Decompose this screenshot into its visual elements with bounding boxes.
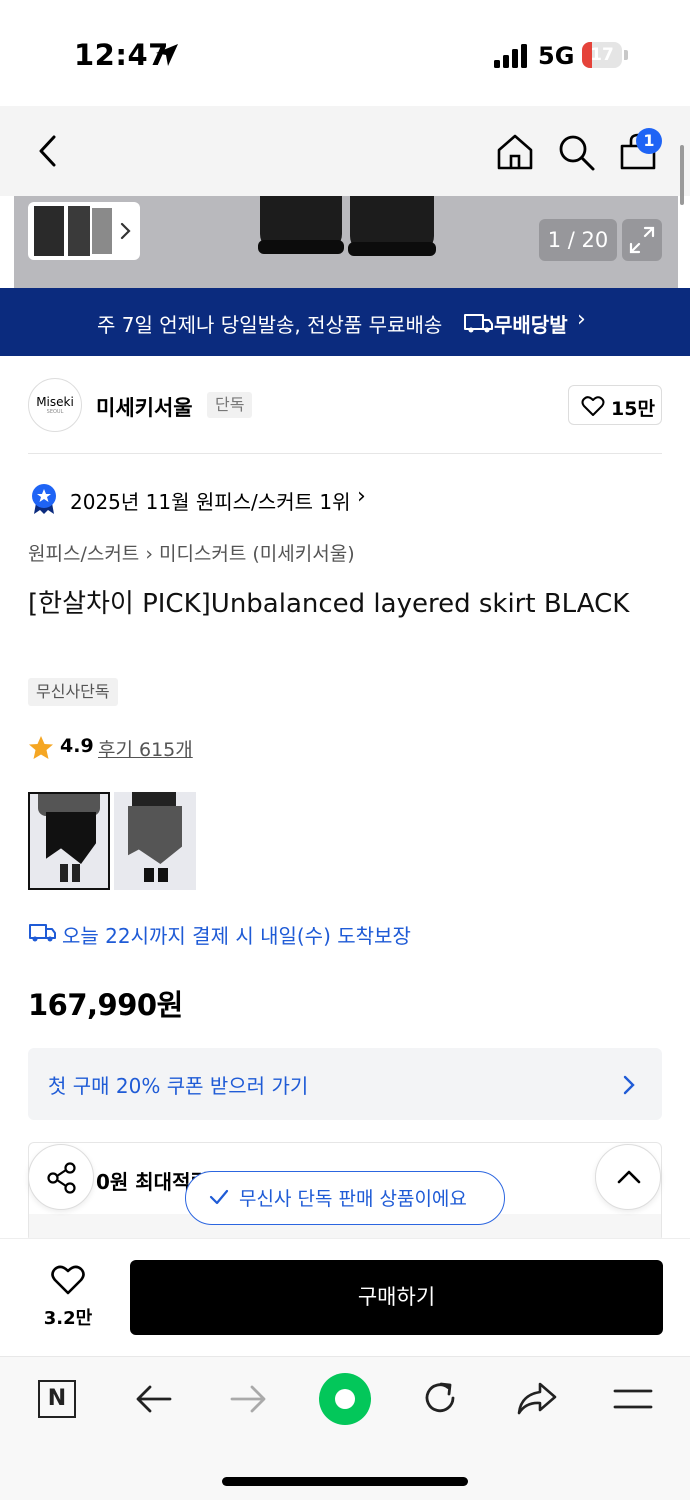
delivery-guarantee: 오늘 22시까지 결제 시 내일(수) 도착보장 [62,924,411,948]
ranking-badge-icon [32,484,56,514]
buy-button[interactable]: 구매하기 [130,1260,663,1335]
delivery-truck-icon [29,924,56,942]
gallery-thumbnail-strip[interactable] [28,202,140,260]
banner-brand: 무배당발 [494,313,568,337]
banner-chevron-icon: › [577,307,586,332]
brand-like-count: 15만 [611,398,655,420]
variant-thumbnail-black[interactable] [28,792,110,890]
location-arrow-icon [156,44,178,66]
scroll-to-top-button[interactable] [595,1144,661,1210]
divider [28,453,662,454]
battery-level: 17 [590,45,614,65]
ranking-text[interactable]: 2025년 11월 원피스/스커트 1위 [70,486,350,515]
chevron-right-icon [623,1075,635,1095]
share-arrow-icon[interactable] [516,1380,558,1418]
image-counter: 1 / 20 [539,219,617,261]
green-dot-button[interactable] [319,1373,371,1425]
rating-score: 4.9 [60,735,94,757]
star-icon [29,736,53,759]
browser-back-icon[interactable] [134,1380,174,1418]
chevron-right-icon [120,222,131,240]
product-price: 167,990원 [28,988,183,1022]
menu-icon[interactable] [612,1384,654,1414]
banner-text: 주 7일 언제나 당일발송, 전상품 무료배송 [97,313,443,337]
brand-like-button[interactable]: 15만 [568,385,662,425]
ranking-chevron-icon: › [357,484,366,509]
search-icon[interactable] [556,132,596,172]
delivery-truck-icon [464,314,493,333]
review-count-link[interactable]: 후기 615개 [98,735,193,762]
brand-logo[interactable]: Miseki SEOUL [28,378,82,432]
brand-name[interactable]: 미세키서울 [96,392,193,422]
check-icon [209,1189,229,1205]
coupon-text: 첫 구매 20% 쿠폰 받으러 가기 [48,1074,309,1098]
chevron-up-icon [617,1170,641,1184]
share-icon [47,1162,76,1194]
wishlist-heart-icon[interactable] [50,1264,86,1296]
brand-exclusive-tag: 단독 [207,392,253,418]
cellular-signal-icon [494,44,527,68]
back-chevron-icon[interactable] [28,131,68,171]
home-indicator [222,1477,468,1486]
variant-thumbnail-charcoal[interactable] [114,792,196,890]
scrollbar[interactable] [680,145,684,205]
browser-forward-icon[interactable] [228,1380,268,1418]
toast-text: 무신사 단독 판매 상품이에요 [239,1188,467,1210]
expand-icon [629,226,655,254]
share-button[interactable] [28,1144,94,1210]
brand-logo-sub: SEOUL [46,409,64,415]
naver-home-button[interactable]: N [38,1380,76,1418]
heart-icon [581,396,605,416]
exclusive-tag: 무신사단독 [28,678,118,706]
expand-button[interactable] [622,219,662,261]
reload-icon[interactable] [420,1378,460,1418]
home-icon[interactable] [495,132,535,172]
network-type: 5G [538,42,575,70]
product-title: [한살차이 PICK]Unbalanced layered skirt BLAC… [28,589,630,619]
category-breadcrumb[interactable]: 원피스/스커트 › 미디스커트 (미세키서울) [28,539,355,566]
wishlist-count: 3.2만 [43,1308,93,1329]
battery-indicator: 17 [582,42,628,68]
brand-logo-text: Miseki [36,395,74,409]
cart-count-badge: 1 [636,128,662,154]
